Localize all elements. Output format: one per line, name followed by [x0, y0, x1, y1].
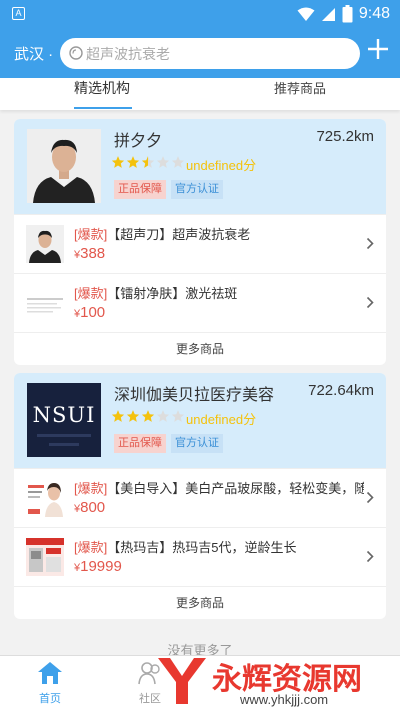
watermark-logo-icon	[158, 658, 206, 704]
search-bar[interactable]	[60, 38, 360, 69]
app-notification-icon: A	[12, 7, 25, 20]
institution-distance: 722.64km	[308, 382, 374, 399]
city-selector[interactable]: 武汉 ·	[14, 43, 53, 64]
product-title: 【美白导入】美白产品玻尿酸，轻松变美，随...	[107, 481, 364, 496]
watermark: 永辉资源网 www.yhkjjj.com	[150, 650, 400, 711]
badge-genuine: 正品保障	[114, 180, 166, 199]
search-input[interactable]	[86, 38, 346, 69]
product-price-line: ¥19999	[74, 558, 122, 575]
institution-logo	[27, 129, 101, 203]
chevron-right-icon	[366, 550, 374, 563]
product-item[interactable]: [爆款]【热玛吉】热玛吉5代，逆龄生长 ¥19999	[14, 527, 386, 586]
rating-score: undefined分	[186, 158, 257, 173]
logo-text: NSUI	[32, 403, 96, 427]
product-price: 388	[80, 245, 106, 262]
badge-official: 官方认证	[171, 180, 223, 199]
chevron-right-icon	[366, 491, 374, 504]
institution-distance: 725.2km	[316, 128, 374, 145]
tab-recommended-products[interactable]: 推荐商品	[274, 78, 326, 97]
rating-score: undefined分	[186, 412, 257, 427]
institution-card[interactable]: 拼夕夕 725.2km undefined分 正品保障 官方认证 [爆款]【超声…	[14, 119, 386, 365]
product-thumbnail	[26, 225, 64, 263]
rating-stars	[111, 409, 185, 423]
product-price: 800	[80, 499, 106, 516]
product-thumbnail	[26, 538, 64, 576]
active-tab-indicator	[74, 107, 132, 109]
hot-tag: [爆款]	[74, 227, 108, 242]
product-price-line: ¥388	[74, 245, 105, 262]
star-empty-icon	[171, 156, 185, 168]
product-title: 【超声刀】超声波抗衰老	[107, 227, 251, 242]
top-header: 武汉 ·	[0, 28, 400, 78]
chevron-right-icon	[366, 296, 374, 309]
status-time: 9:48	[358, 5, 390, 22]
product-title-line: [爆款]【美白导入】美白产品玻尿酸，轻松变美，随...	[74, 478, 364, 497]
badge-official: 官方认证	[171, 434, 223, 453]
battery-icon	[342, 5, 353, 23]
product-title-line: [爆款]【热玛吉】热玛吉5代，逆龄生长	[74, 537, 364, 556]
star-full-icon	[111, 156, 125, 168]
status-bar: A 9:48	[0, 0, 400, 28]
watermark-url: www.yhkjjj.com	[240, 692, 329, 707]
star-full-icon	[126, 410, 140, 422]
signal-icon	[321, 7, 335, 21]
product-price-line: ¥100	[74, 304, 105, 321]
institution-name: 深圳伽美贝拉医疗美容	[114, 387, 275, 404]
home-icon	[38, 662, 62, 684]
product-item[interactable]: [爆款]【镭射净肤】激光祛斑 ¥100	[14, 273, 386, 332]
product-item[interactable]: [爆款]【美白导入】美白产品玻尿酸，轻松变美，随... ¥800	[14, 468, 386, 527]
star-empty-icon	[156, 156, 170, 168]
product-title: 【镭射净肤】激光祛斑	[107, 286, 238, 301]
more-products-button[interactable]: 更多商品	[14, 332, 386, 365]
wifi-icon	[297, 7, 315, 21]
hot-tag: [爆款]	[74, 540, 108, 555]
star-full-icon	[141, 410, 155, 422]
product-title-line: [爆款]【超声刀】超声波抗衰老	[74, 224, 364, 243]
product-title-line: [爆款]【镭射净肤】激光祛斑	[74, 283, 364, 302]
star-empty-icon	[171, 410, 185, 422]
institution-name: 拼夕夕	[114, 133, 163, 150]
add-icon[interactable]	[367, 38, 389, 60]
product-thumbnail	[26, 479, 64, 517]
more-products-button[interactable]: 更多商品	[14, 586, 386, 619]
search-icon	[69, 46, 83, 60]
star-full-icon	[126, 156, 140, 168]
tab-featured-institutions[interactable]: 精选机构	[74, 78, 130, 98]
star-full-icon	[111, 410, 125, 422]
star-half-icon	[141, 156, 155, 168]
product-item[interactable]: [爆款]【超声刀】超声波抗衰老 ¥388	[14, 214, 386, 273]
product-thumbnail	[26, 284, 64, 322]
nav-home[interactable]: 首页	[20, 660, 80, 706]
star-empty-icon	[156, 410, 170, 422]
badge-genuine: 正品保障	[114, 434, 166, 453]
nav-home-label: 首页	[39, 693, 61, 705]
tab-bar: 精选机构 推荐商品	[0, 78, 400, 110]
chevron-right-icon	[366, 237, 374, 250]
institution-logo: NSUI	[27, 383, 101, 457]
product-title: 【热玛吉】热玛吉5代，逆龄生长	[107, 540, 297, 555]
product-price: 100	[80, 304, 106, 321]
rating-stars	[111, 155, 185, 169]
hot-tag: [爆款]	[74, 481, 108, 496]
institution-header[interactable]: NSUI 深圳伽美贝拉医疗美容 722.64km undefined分 正品保障…	[14, 373, 386, 468]
product-price-line: ¥800	[74, 499, 105, 516]
product-price: 19999	[80, 558, 122, 575]
institution-header[interactable]: 拼夕夕 725.2km undefined分 正品保障 官方认证	[14, 119, 386, 214]
institution-card[interactable]: NSUI 深圳伽美贝拉医疗美容 722.64km undefined分 正品保障…	[14, 373, 386, 619]
hot-tag: [爆款]	[74, 286, 108, 301]
